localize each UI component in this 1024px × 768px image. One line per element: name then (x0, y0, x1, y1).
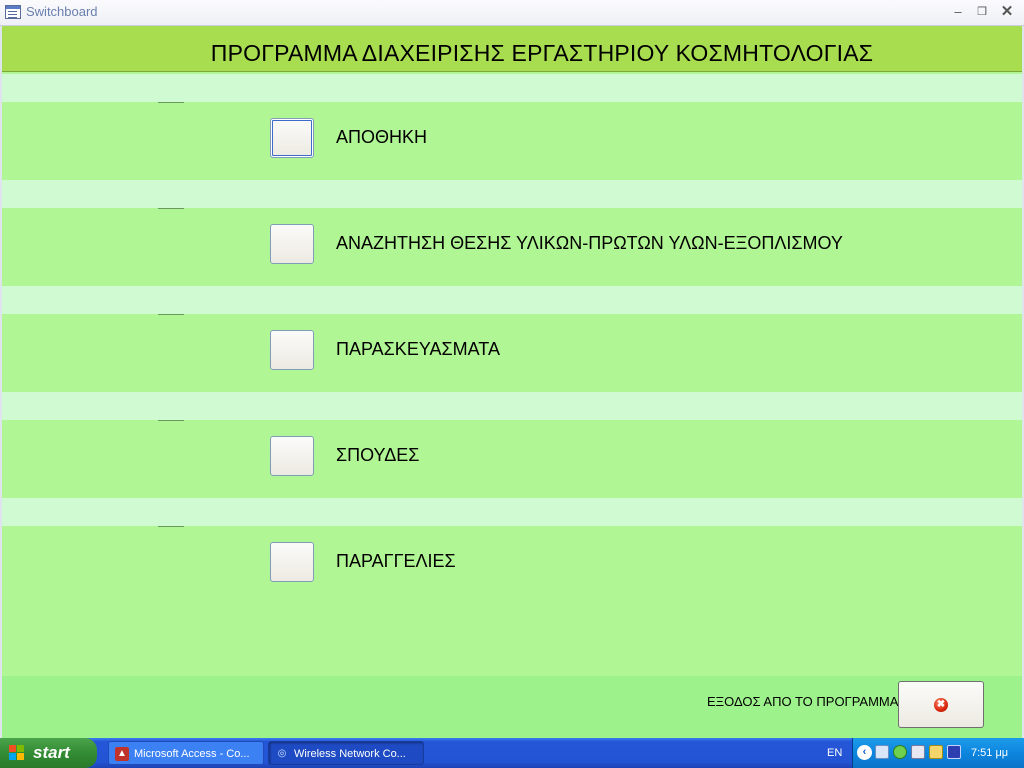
separator-band (2, 180, 1022, 208)
separator-band (2, 74, 1022, 102)
menu-button-preparations[interactable] (270, 330, 314, 370)
divider-mark (158, 102, 184, 103)
taskbar-item-label: Microsoft Access - Co... (134, 748, 250, 760)
security-icon[interactable] (893, 745, 907, 759)
wireless-icon: ◎ (277, 748, 287, 759)
hardware-icon[interactable] (911, 745, 925, 759)
separator-band (2, 392, 1022, 420)
exit-label: ΕΞΟΔΟΣ ΑΠΟ ΤΟ ΠΡΟΓΡΑΜΜΑ (707, 694, 899, 709)
divider-mark (158, 314, 184, 315)
close-icon[interactable]: ✕ (997, 3, 1017, 21)
menu-label-studies[interactable]: ΣΠΟΥΔΕΣ (336, 445, 419, 466)
start-label: start (33, 743, 70, 762)
show-hidden-icons-icon[interactable]: ‹ (857, 745, 872, 760)
taskbar-item-wireless[interactable]: ◎ Wireless Network Co... (268, 741, 424, 765)
separator-band (2, 498, 1022, 526)
exit-button[interactable]: ✖ (898, 681, 984, 728)
form-title: ΠΡΟΓΡΑΜΜΑ ΔΙΑΧΕΙΡΙΣΗΣ ΕΡΓΑΣΤΗΡΙΟΥ ΚΟΣΜΗΤ… (210, 40, 874, 66)
access-icon: ▲ (115, 747, 129, 761)
divider-mark (158, 526, 184, 527)
divider-mark (158, 208, 184, 209)
clock[interactable]: 7:51 μμ (971, 747, 1008, 759)
form-icon (5, 5, 21, 19)
menu-label-warehouse[interactable]: ΑΠΟΘΗΚΗ (336, 127, 427, 148)
menu-button-orders[interactable] (270, 542, 314, 582)
minimize-icon[interactable]: – (948, 3, 968, 21)
language-indicator[interactable]: EN (827, 747, 842, 759)
exit-x-icon: ✖ (934, 698, 948, 712)
monitor-icon[interactable] (929, 745, 943, 759)
menu-label-material-search[interactable]: ΑΝΑΖΗΤΗΣΗ ΘΕΣΗΣ ΥΛΙΚΩΝ-ΠΡΩΤΩΝ ΥΛΩΝ-ΕΞΟΠΛ… (336, 233, 843, 254)
taskbar-item-label: Wireless Network Co... (294, 748, 406, 760)
restore-icon[interactable]: ❒ (972, 3, 992, 21)
menu-button-material-search[interactable] (270, 224, 314, 264)
system-tray: ‹ 7:51 μμ (852, 738, 1024, 768)
window-title: Switchboard (26, 4, 98, 19)
start-button[interactable]: start (0, 738, 97, 768)
taskbar-item-access[interactable]: ▲ Microsoft Access - Co... (108, 741, 264, 765)
form-header: ΠΡΟΓΡΑΜΜΑ ΔΙΑΧΕΙΡΙΣΗΣ ΕΡΓΑΣΤΗΡΙΟΥ ΚΟΣΜΗΤ… (2, 26, 1022, 72)
menu-button-studies[interactable] (270, 436, 314, 476)
window-titlebar[interactable]: Switchboard – ❒ ✕ (0, 0, 1024, 26)
taskbar: start ▲ Microsoft Access - Co... ◎ Wirel… (0, 738, 1024, 768)
display-icon[interactable] (947, 745, 961, 759)
menu-label-preparations[interactable]: ΠΑΡΑΣΚΕΥΑΣΜΑΤΑ (336, 339, 500, 360)
separator-band (2, 286, 1022, 314)
divider-mark (158, 420, 184, 421)
switchboard-form: ΠΡΟΓΡΑΜΜΑ ΔΙΑΧΕΙΡΙΣΗΣ ΕΡΓΑΣΤΗΡΙΟΥ ΚΟΣΜΗΤ… (2, 26, 1022, 738)
menu-button-warehouse[interactable] (270, 118, 314, 158)
menu-label-orders[interactable]: ΠΑΡΑΓΓΕΛΙΕΣ (336, 551, 456, 572)
network-icon[interactable] (875, 745, 889, 759)
windows-logo-icon (9, 745, 25, 761)
